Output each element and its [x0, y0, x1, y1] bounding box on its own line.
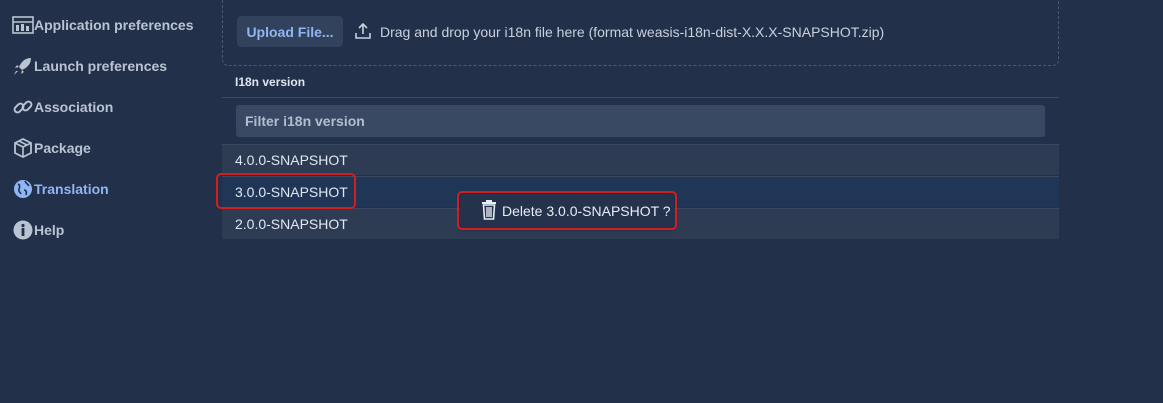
drop-hint-text: Drag and drop your i18n file here (forma…: [380, 24, 885, 40]
sidebar-item-label: Help: [34, 222, 65, 238]
sidebar-item-help[interactable]: Help: [12, 217, 64, 243]
cell-i18n-version: 3.0.0-SNAPSHOT: [235, 184, 348, 200]
upload-file-button[interactable]: Upload File...: [237, 16, 343, 47]
sidebar-item-translation[interactable]: Translation: [12, 176, 109, 202]
drop-hint: Drag and drop your i18n file here (forma…: [354, 21, 884, 43]
table-header: I18n version: [222, 70, 1059, 98]
sidebar-item-label: Translation: [34, 181, 109, 197]
info-icon: [12, 219, 34, 241]
app-root: Application preferences Launch preferenc…: [0, 0, 1163, 403]
sidebar-item-application-preferences[interactable]: Application preferences: [12, 12, 194, 38]
sidebar-item-label: Package: [34, 140, 91, 156]
cell-i18n-version: 2.0.0-SNAPSHOT: [235, 216, 348, 232]
sidebar-item-label: Application preferences: [34, 17, 194, 33]
preferences-icon: [12, 14, 34, 36]
filter-row: [222, 98, 1059, 144]
trash-icon: [480, 199, 498, 224]
delete-context-menu-item[interactable]: Delete 3.0.0-SNAPSHOT ?: [460, 194, 674, 228]
globe-icon: [12, 178, 34, 200]
upload-icon: [354, 22, 372, 43]
delete-label: Delete 3.0.0-SNAPSHOT ?: [502, 203, 671, 219]
column-header-i18n-version[interactable]: I18n version: [235, 75, 305, 89]
cell-i18n-version: 4.0.0-SNAPSHOT: [235, 152, 348, 168]
rocket-icon: [12, 55, 34, 77]
filter-i18n-version-input[interactable]: [236, 105, 1045, 137]
package-icon: [12, 137, 34, 159]
sidebar-item-launch-preferences[interactable]: Launch preferences: [12, 53, 167, 79]
sidebar-item-package[interactable]: Package: [12, 135, 91, 161]
sidebar: Application preferences Launch preferenc…: [0, 0, 220, 403]
sidebar-item-association[interactable]: Association: [12, 94, 113, 120]
table-row[interactable]: 4.0.0-SNAPSHOT: [222, 144, 1059, 175]
link-icon: [12, 96, 34, 118]
sidebar-item-label: Association: [34, 99, 114, 115]
sidebar-item-label: Launch preferences: [34, 58, 168, 74]
